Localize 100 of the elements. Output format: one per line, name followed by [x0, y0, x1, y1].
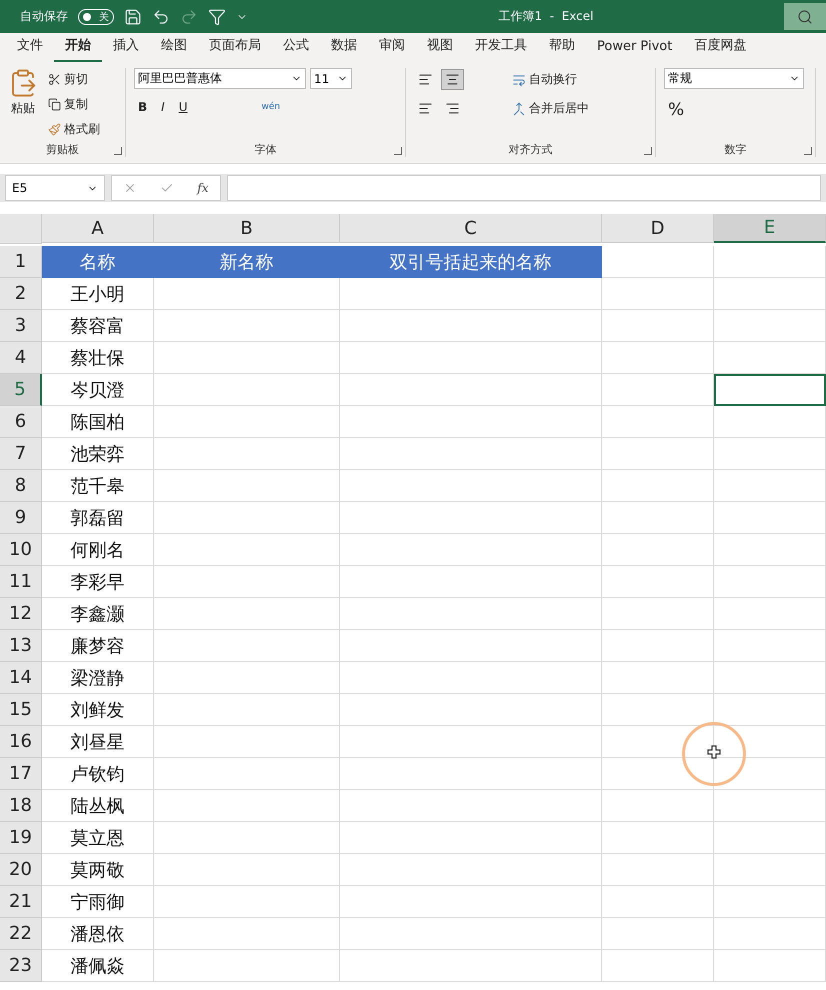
table-cell: 郭磊留 — [42, 502, 154, 534]
cut-button[interactable]: 剪切 — [44, 68, 104, 91]
align-icon — [418, 101, 433, 116]
column-header[interactable]: B — [154, 214, 340, 243]
row-header[interactable]: 5 — [0, 374, 42, 406]
table-cell: 潘佩焱 — [42, 950, 154, 982]
launcher-icon[interactable] — [804, 147, 812, 155]
row-header[interactable]: 19 — [0, 822, 42, 854]
font-name-select[interactable]: 阿里巴巴普惠体 — [134, 68, 306, 89]
table-cell: 蔡容富 — [42, 310, 154, 342]
merge-center-button[interactable]: 合并后居中 — [508, 97, 593, 120]
table-cell: 何刚名 — [42, 534, 154, 566]
search-button[interactable] — [784, 3, 826, 30]
row-header[interactable]: 1 — [0, 246, 42, 278]
ribbon-tab[interactable]: 文件 — [6, 36, 54, 62]
group-title: 数字 — [724, 142, 748, 157]
ribbon-tab[interactable]: 页面布局 — [198, 36, 272, 62]
ribbon-tab[interactable]: 百度网盘 — [683, 36, 758, 62]
ribbon-tab[interactable]: 审阅 — [368, 36, 416, 62]
table-cell: 刘昼星 — [42, 726, 154, 758]
row-header[interactable]: 4 — [0, 342, 42, 374]
formula-input[interactable] — [227, 175, 821, 201]
table-cell: 莫两敬 — [42, 854, 154, 886]
ribbon-tab[interactable]: 视图 — [416, 36, 464, 62]
group-title: 字体 — [254, 142, 278, 157]
bold-button[interactable]: B — [134, 97, 152, 117]
ribbon-tab[interactable]: 绘图 — [150, 36, 198, 62]
font-size-select[interactable]: 11 — [310, 68, 352, 89]
header-cell: 名称 — [42, 246, 154, 278]
row-header[interactable]: 13 — [0, 630, 42, 662]
window-title: 工作簿1 - Excel — [497, 8, 594, 25]
ribbon-tab[interactable]: 插入 — [102, 36, 150, 62]
table-cell: 廉梦容 — [42, 630, 154, 662]
header-cell: 新名称 — [154, 246, 340, 278]
wrap-text-button[interactable]: 自动换行 — [508, 68, 581, 91]
launcher-icon[interactable] — [394, 147, 402, 155]
ribbon-tab[interactable]: Power Pivot — [586, 39, 684, 62]
row-header[interactable]: 7 — [0, 438, 42, 470]
ribbon-tab[interactable]: 公式 — [272, 36, 320, 62]
table-cell: 陈国柏 — [42, 406, 154, 438]
ribbon-tab[interactable]: 数据 — [320, 36, 368, 62]
table-cell: 蔡壮保 — [42, 342, 154, 374]
merge-icon — [512, 102, 526, 116]
row-header[interactable]: 20 — [0, 854, 42, 886]
launcher-icon[interactable] — [114, 147, 122, 155]
search-icon — [797, 8, 813, 24]
ribbon-tab[interactable]: 开发工具 — [464, 36, 538, 62]
row-header[interactable]: 15 — [0, 694, 42, 726]
save-icon — [124, 8, 142, 26]
column-header[interactable]: D — [602, 214, 714, 243]
table-cell: 梁澄静 — [42, 662, 154, 694]
row-header[interactable]: 6 — [0, 406, 42, 438]
underline-button[interactable]: U — [174, 97, 192, 117]
number-format-select[interactable]: 常规 — [664, 68, 804, 89]
column-header[interactable]: A — [42, 214, 154, 243]
percent-button[interactable]: % — [664, 97, 688, 123]
insert-function-button[interactable]: fx — [197, 181, 209, 195]
phonetic-button[interactable]: wén — [258, 99, 284, 115]
row-header[interactable]: 23 — [0, 950, 42, 982]
wrap-text-icon — [512, 72, 526, 86]
row-header[interactable]: 9 — [0, 502, 42, 534]
table-cell: 池荣弈 — [42, 438, 154, 470]
table-cell: 潘恩依 — [42, 918, 154, 950]
copy-button[interactable]: 复制 — [44, 93, 104, 116]
align-icon — [418, 72, 433, 87]
row-header[interactable]: 10 — [0, 534, 42, 566]
row-header[interactable]: 22 — [0, 918, 42, 950]
paintbrush-icon — [48, 123, 61, 136]
scissors-icon — [48, 73, 61, 86]
name-box[interactable]: E5 — [5, 175, 105, 201]
table-cell: 李彩早 — [42, 566, 154, 598]
row-header[interactable]: 8 — [0, 470, 42, 502]
row-header[interactable]: 2 — [0, 278, 42, 310]
table-cell: 陆丛枫 — [42, 790, 154, 822]
column-header[interactable]: E — [714, 214, 826, 243]
row-header[interactable]: 17 — [0, 758, 42, 790]
copy-icon — [48, 98, 61, 111]
group-title: 对齐方式 — [508, 142, 554, 157]
table-cell: 岑贝澄 — [42, 374, 154, 406]
row-header[interactable]: 14 — [0, 662, 42, 694]
row-header[interactable]: 11 — [0, 566, 42, 598]
row-header[interactable]: 18 — [0, 790, 42, 822]
paste-button[interactable]: 粘贴 — [8, 68, 38, 142]
row-header[interactable]: 3 — [0, 310, 42, 342]
row-header[interactable]: 21 — [0, 886, 42, 918]
table-cell: 李鑫灏 — [42, 598, 154, 630]
launcher-icon[interactable] — [644, 147, 652, 155]
italic-button[interactable]: I — [157, 97, 169, 117]
redo-icon — [180, 8, 198, 26]
row-header[interactable]: 16 — [0, 726, 42, 758]
align-icon — [445, 101, 460, 116]
align-middle-button[interactable] — [441, 69, 464, 90]
format-painter-button[interactable]: 格式刷 — [44, 118, 104, 141]
filter-icon — [208, 8, 226, 26]
column-header[interactable]: C — [340, 214, 602, 243]
table-cell: 刘鲜发 — [42, 694, 154, 726]
autosave-toggle[interactable]: 关 — [78, 8, 114, 24]
table-cell: 范千皋 — [42, 470, 154, 502]
ribbon-tab[interactable]: 帮助 — [538, 36, 586, 62]
row-header[interactable]: 12 — [0, 598, 42, 630]
